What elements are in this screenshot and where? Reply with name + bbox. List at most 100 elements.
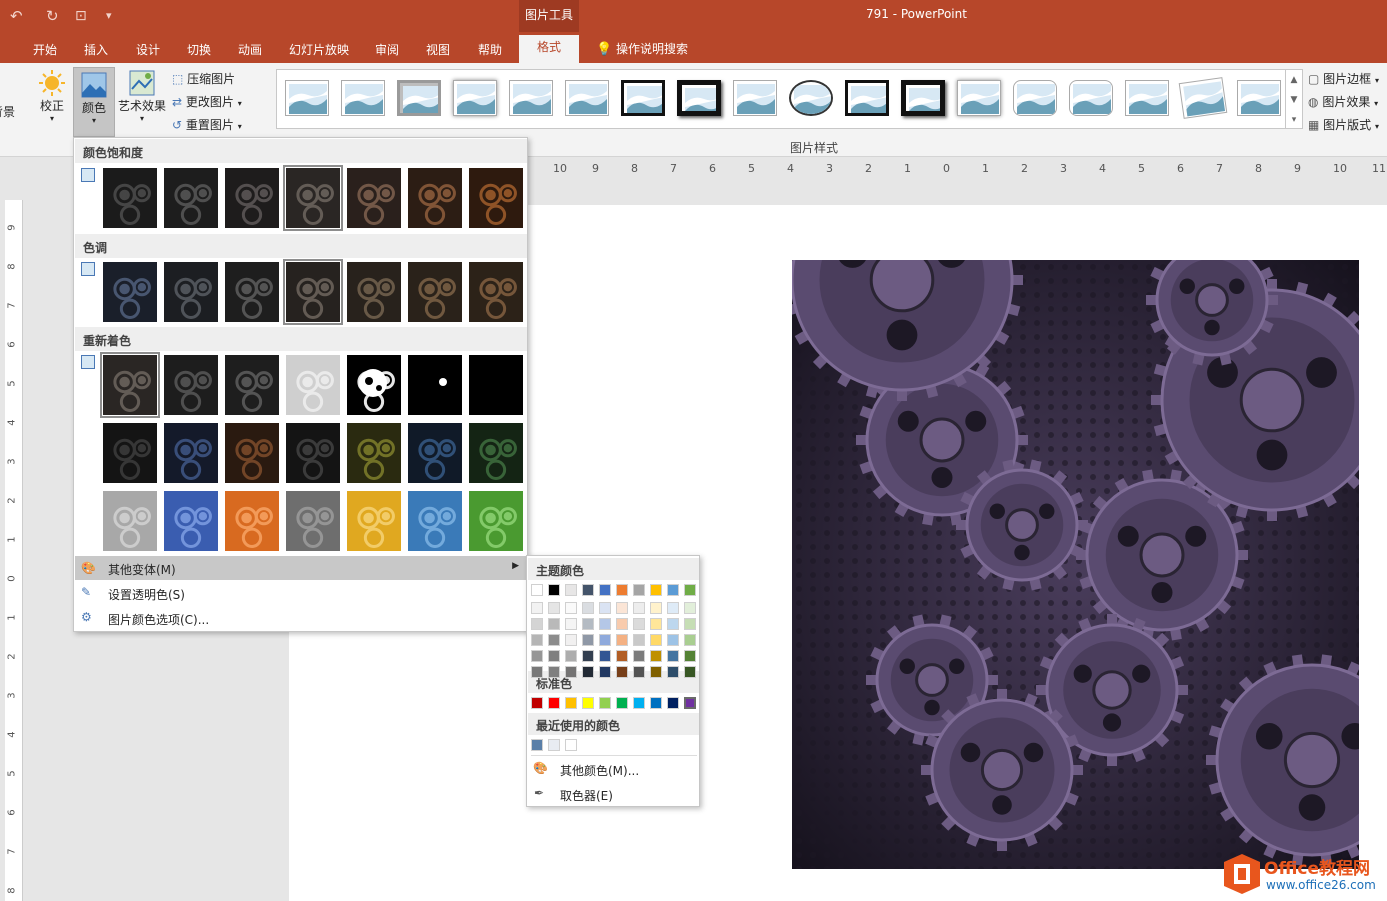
- color-swatch[interactable]: [633, 697, 645, 709]
- color-variant-thumb[interactable]: [347, 491, 401, 551]
- picture-effects-button[interactable]: ◍ 图片效果 ▾: [1308, 93, 1378, 110]
- color-swatch[interactable]: [667, 666, 679, 678]
- color-variant-thumb[interactable]: [225, 168, 279, 228]
- color-swatch[interactable]: [667, 584, 679, 596]
- color-swatch[interactable]: [548, 697, 560, 709]
- color-variant-thumb[interactable]: [283, 165, 343, 231]
- color-swatch[interactable]: [616, 618, 628, 630]
- color-button[interactable]: 颜色 ▾: [73, 67, 115, 137]
- color-swatch[interactable]: [667, 618, 679, 630]
- more-styles-icon[interactable]: ▾: [1286, 110, 1302, 130]
- picture-style-thumb[interactable]: [1178, 77, 1228, 119]
- picture-style-thumb[interactable]: [341, 80, 385, 116]
- more-variations-item[interactable]: 🎨 其他变体(M) ▶: [75, 556, 527, 580]
- color-variant-thumb[interactable]: [225, 355, 279, 415]
- color-swatch[interactable]: [616, 666, 628, 678]
- tab-insert[interactable]: 插入: [84, 41, 108, 58]
- color-swatch[interactable]: [531, 618, 543, 630]
- color-swatch[interactable]: [599, 666, 611, 678]
- color-variant-thumb[interactable]: [469, 423, 523, 483]
- picture-style-thumb[interactable]: [901, 80, 945, 116]
- color-swatch[interactable]: [684, 650, 696, 662]
- color-swatch[interactable]: [582, 634, 594, 646]
- color-swatch[interactable]: [599, 602, 611, 614]
- color-swatch[interactable]: [565, 739, 577, 751]
- picture-border-button[interactable]: ▢ 图片边框 ▾: [1308, 70, 1379, 87]
- picture-style-thumb[interactable]: [565, 80, 609, 116]
- eyedropper-item[interactable]: ✒ 取色器(E): [528, 782, 699, 806]
- picture-style-thumb[interactable]: [509, 80, 553, 116]
- scroll-down-icon[interactable]: ▼: [1286, 90, 1302, 110]
- corrections-button[interactable]: 校正 ▾: [32, 69, 72, 123]
- color-swatch[interactable]: [616, 584, 628, 596]
- color-swatch[interactable]: [667, 650, 679, 662]
- color-swatch[interactable]: [599, 650, 611, 662]
- color-swatch[interactable]: [684, 584, 696, 596]
- color-swatch[interactable]: [565, 618, 577, 630]
- color-variant-thumb[interactable]: [469, 491, 523, 551]
- picture-style-thumb[interactable]: [453, 80, 497, 116]
- color-swatch[interactable]: [548, 666, 560, 678]
- color-swatch[interactable]: [599, 618, 611, 630]
- color-swatch[interactable]: [667, 634, 679, 646]
- color-swatch[interactable]: [633, 584, 645, 596]
- color-swatch[interactable]: [548, 584, 560, 596]
- color-swatch[interactable]: [650, 634, 662, 646]
- color-swatch[interactable]: [684, 666, 696, 678]
- slideshow-start-icon[interactable]: ⊡: [75, 6, 87, 26]
- color-swatch[interactable]: [531, 739, 543, 751]
- color-swatch[interactable]: [565, 650, 577, 662]
- color-swatch[interactable]: [582, 697, 594, 709]
- color-swatch[interactable]: [599, 634, 611, 646]
- color-swatch[interactable]: [616, 602, 628, 614]
- color-variant-thumb[interactable]: [164, 168, 218, 228]
- undo-icon[interactable]: ↶: [10, 6, 23, 26]
- color-swatch[interactable]: [582, 666, 594, 678]
- picture-style-thumb[interactable]: [1125, 80, 1169, 116]
- color-swatch[interactable]: [582, 602, 594, 614]
- picture-style-thumb[interactable]: [957, 80, 1001, 116]
- picture-style-thumb[interactable]: [285, 80, 329, 116]
- customize-qat-icon[interactable]: ▾: [106, 6, 112, 26]
- color-swatch[interactable]: [667, 602, 679, 614]
- redo-icon[interactable]: ↻: [46, 6, 59, 26]
- color-swatch[interactable]: [650, 666, 662, 678]
- artistic-effects-button[interactable]: 艺术效果 ▾: [116, 69, 168, 123]
- color-variant-thumb[interactable]: [100, 352, 160, 418]
- color-swatch[interactable]: [531, 584, 543, 596]
- color-swatch[interactable]: [616, 650, 628, 662]
- color-variant-thumb[interactable]: [347, 355, 401, 415]
- color-variant-thumb[interactable]: [347, 262, 401, 322]
- color-variant-thumb[interactable]: [164, 355, 218, 415]
- picture-style-thumb[interactable]: [621, 80, 665, 116]
- remove-background-button[interactable]: 背景: [0, 103, 20, 120]
- scroll-up-icon[interactable]: ▲: [1286, 70, 1302, 90]
- gallery-scroll[interactable]: ▲ ▼ ▾: [1285, 69, 1303, 129]
- color-variant-thumb[interactable]: [408, 262, 462, 322]
- tab-animations[interactable]: 动画: [238, 41, 262, 58]
- tab-design[interactable]: 设计: [136, 41, 160, 58]
- color-variant-thumb[interactable]: [164, 262, 218, 322]
- color-swatch[interactable]: [633, 618, 645, 630]
- picture-style-thumb[interactable]: [397, 80, 441, 116]
- color-variant-thumb[interactable]: [103, 423, 157, 483]
- picture-color-options-item[interactable]: ⚙ 图片颜色选项(C)...: [75, 606, 527, 630]
- color-swatch[interactable]: [548, 739, 560, 751]
- color-variant-thumb[interactable]: [103, 168, 157, 228]
- color-swatch[interactable]: [548, 634, 560, 646]
- gears-picture[interactable]: [792, 260, 1359, 869]
- color-swatch[interactable]: [633, 634, 645, 646]
- tab-review[interactable]: 审阅: [375, 41, 399, 58]
- picture-style-thumb[interactable]: [733, 80, 777, 116]
- color-variant-thumb[interactable]: [225, 423, 279, 483]
- picture-layout-button[interactable]: ▦ 图片版式 ▾: [1308, 116, 1379, 133]
- color-variant-thumb[interactable]: [225, 262, 279, 322]
- color-variant-thumb[interactable]: [286, 355, 340, 415]
- color-swatch[interactable]: [633, 650, 645, 662]
- color-swatch[interactable]: [599, 697, 611, 709]
- color-swatch[interactable]: [650, 584, 662, 596]
- color-variant-thumb[interactable]: [283, 259, 343, 325]
- color-variant-thumb[interactable]: [469, 168, 523, 228]
- color-variant-thumb[interactable]: [408, 168, 462, 228]
- color-swatch[interactable]: [667, 697, 679, 709]
